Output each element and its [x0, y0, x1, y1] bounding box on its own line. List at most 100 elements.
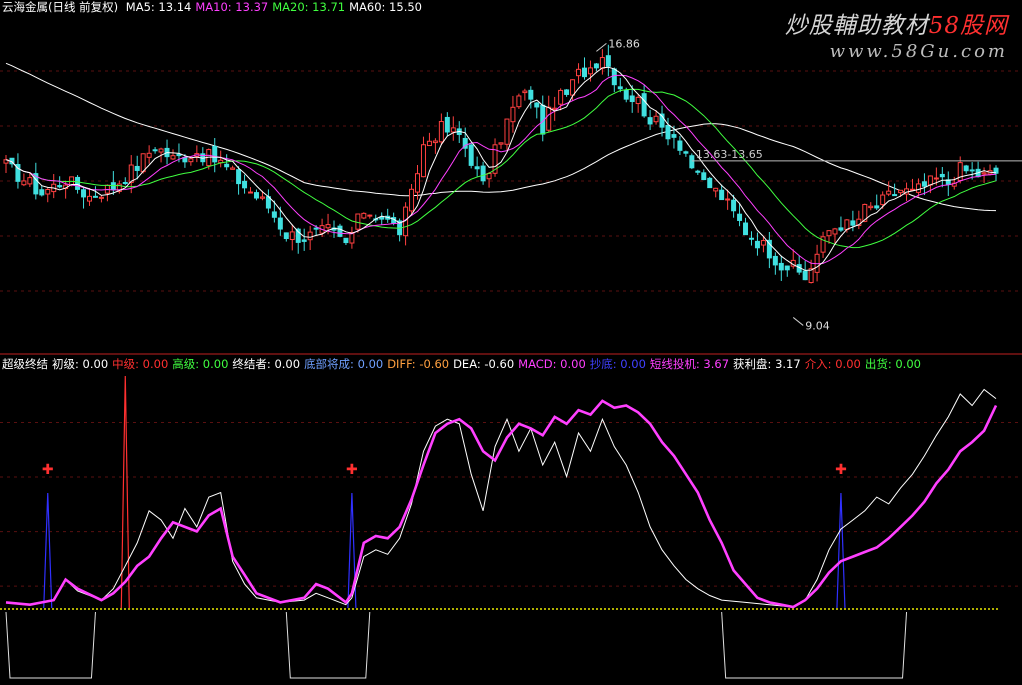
- buy-marker: ✚: [42, 462, 54, 478]
- candle-body: [886, 190, 892, 195]
- candle-body: [236, 169, 242, 185]
- candle-body: [981, 172, 987, 175]
- annotation-label: 9.04: [805, 319, 830, 332]
- candle-body: [248, 191, 254, 194]
- indicator-legend-item: MACD: 0.00: [518, 357, 586, 371]
- candle-body: [778, 262, 784, 271]
- candle-body: [576, 68, 582, 77]
- candle-body: [140, 153, 146, 173]
- candle-body: [808, 268, 814, 284]
- candle-body: [21, 180, 27, 186]
- spike-抄底: [43, 492, 53, 609]
- candle-body: [277, 217, 283, 230]
- bottom-zones: [0, 608, 1000, 679]
- ma60-line: [5, 62, 997, 212]
- candle-body: [146, 152, 152, 158]
- candle-body: [635, 96, 641, 105]
- candle-body: [86, 195, 92, 202]
- candle-body: [379, 216, 385, 220]
- chart-canvas[interactable]: 16.86 13.63-13.65 9.04 ✚ ✚ ✚: [0, 0, 1022, 685]
- candle-body: [176, 153, 182, 157]
- candle-body: [468, 144, 474, 166]
- candle-body: [367, 214, 373, 217]
- candle-body: [647, 117, 653, 125]
- candle-body: [415, 173, 421, 193]
- candle-body: [420, 144, 426, 178]
- candle-body: [737, 213, 743, 221]
- candle-body: [313, 227, 319, 230]
- candle-body: [593, 63, 599, 69]
- annotation-pointer: [596, 42, 607, 52]
- spike-中级: [120, 375, 130, 609]
- candle-body: [921, 181, 927, 187]
- candle-body: [707, 177, 713, 189]
- candle-body: [337, 225, 343, 237]
- candle-body: [874, 205, 880, 209]
- candle-body: [325, 224, 331, 229]
- candle-body: [134, 165, 140, 171]
- indicator-legend-item: 介入: 0.00: [804, 357, 861, 371]
- candle-body: [474, 166, 480, 170]
- candle-body: [731, 199, 737, 212]
- candle-body: [581, 67, 587, 78]
- candle-body: [516, 95, 522, 108]
- candle-body: [850, 220, 856, 226]
- indicator-legend-item: 中级: 0.00: [112, 357, 169, 371]
- candle-body: [743, 222, 749, 236]
- candle-body: [623, 89, 629, 100]
- indicator-legend-item: DIFF: -0.60: [387, 357, 450, 371]
- candle-body: [826, 230, 832, 237]
- candle-body: [27, 177, 33, 185]
- candle-body: [480, 165, 486, 182]
- annotation-label: 16.86: [608, 37, 640, 50]
- candle-body: [271, 211, 277, 218]
- candle-body: [39, 189, 45, 196]
- candle-body: [289, 231, 295, 241]
- candle-body: [528, 89, 534, 100]
- candle-body: [570, 79, 576, 96]
- candle-body: [409, 188, 415, 212]
- candle-body: [963, 165, 969, 172]
- candle-body: [307, 231, 313, 241]
- candle-body: [170, 155, 176, 160]
- candle-body: [98, 196, 104, 199]
- candle-body: [504, 118, 510, 145]
- candle-body: [522, 90, 528, 94]
- indicator-legend-item: 获利盘: 3.17: [733, 357, 801, 371]
- candle-body: [361, 212, 367, 219]
- candle-body: [933, 177, 939, 180]
- candle-body: [898, 189, 904, 194]
- candle-body: [772, 255, 778, 266]
- indicator-legend-item: DEA: -0.60: [453, 357, 515, 371]
- candle-body: [599, 57, 605, 69]
- candle-body: [784, 265, 790, 271]
- candle-body: [611, 68, 617, 86]
- indicator-legend-item: 高级: 0.00: [172, 357, 229, 371]
- candle-body: [868, 205, 874, 209]
- candle-body: [653, 115, 659, 123]
- price-grid: [0, 70, 1022, 292]
- candle-body: [57, 185, 63, 188]
- candle-body: [760, 240, 766, 246]
- indicator-legend-item: 底部将成: 0.00: [304, 357, 384, 371]
- candle-body: [754, 240, 760, 249]
- candle-body: [224, 163, 230, 168]
- candle-body: [802, 270, 808, 281]
- candle-body: [510, 106, 516, 123]
- candle-body: [671, 134, 677, 138]
- buy-markers: ✚ ✚ ✚: [42, 462, 847, 478]
- candle-body: [629, 95, 635, 103]
- candle-body: [969, 169, 975, 172]
- candle-body: [564, 89, 570, 95]
- candle-body: [426, 140, 432, 147]
- candle-body: [343, 237, 349, 244]
- ma60-line: [5, 62, 997, 212]
- candle-body: [927, 175, 933, 186]
- candle-body: [355, 213, 361, 230]
- indicator-legend-item: 终结者: 0.00: [232, 357, 301, 371]
- candle-body: [432, 140, 438, 144]
- indicator-legend-item: 抄底: 0.00: [589, 357, 646, 371]
- candlesticks: [3, 44, 999, 284]
- candle-body: [152, 149, 158, 152]
- indicator-legend-item: 初级: 0.00: [52, 357, 109, 371]
